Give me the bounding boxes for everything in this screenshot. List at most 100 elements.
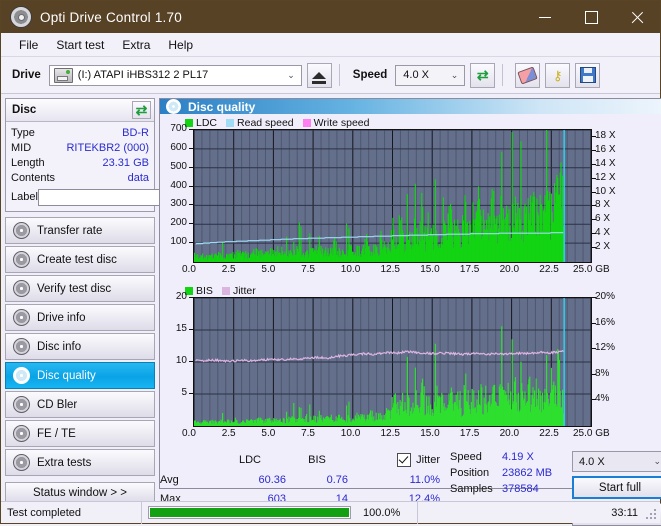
bis-chart-y2tick: 8%	[595, 367, 610, 379]
save-button[interactable]	[575, 62, 601, 88]
bis-chart-xtick: 5.0	[261, 428, 276, 439]
tick-mark	[592, 247, 596, 249]
ldc-chart[interactable]: 100 200 300 400 500 600 700 2 X 4 X 6 X 8 X 10 X 12 …	[161, 123, 661, 281]
status-bar: Test completed 100.0% 33:11	[1, 501, 660, 524]
resize-grip[interactable]	[646, 509, 658, 521]
bis-chart-xtick: 12.5	[380, 428, 400, 439]
disc-icon	[13, 367, 30, 384]
disc-row-type: Type BD-R	[11, 125, 149, 140]
disc-icon	[10, 6, 32, 28]
tick-mark	[592, 191, 596, 193]
keys-icon: ⚷	[553, 67, 563, 83]
keys-button[interactable]: ⚷	[545, 62, 571, 88]
test-speed-select[interactable]: 4.0 X ⌄	[572, 451, 661, 472]
menu-extra[interactable]: Extra	[113, 36, 159, 54]
jitter-checkbox-row[interactable]: Jitter	[378, 453, 440, 468]
app-window: Opti Drive Control 1.70 File Start test …	[0, 0, 661, 526]
charts-area: LDC Read speed Write speed 100 200 300 400 5…	[160, 114, 661, 445]
disc-row-contents: Contents data	[11, 170, 149, 185]
bis-chart-y2tick: 16%	[595, 316, 616, 328]
legend-label-jitter: Jitter	[232, 284, 256, 297]
sidebar-item-verify-test-disc[interactable]: Verify test disc	[5, 275, 155, 302]
title-bar: Opti Drive Control 1.70	[1, 1, 660, 33]
tick-mark	[592, 219, 596, 221]
disc-icon	[166, 99, 181, 114]
disc-panel-header: Disc ⇄	[6, 99, 154, 122]
disc-icon	[13, 338, 30, 355]
ldc-chart-ytick: 700	[170, 123, 187, 134]
sidebar-item-label: Extra tests	[37, 456, 92, 469]
tick-mark	[189, 297, 193, 298]
sidebar-item-fe-te[interactable]: FE / TE	[5, 420, 155, 447]
legend-label-ldc: LDC	[196, 116, 218, 129]
maximize-button[interactable]	[568, 1, 614, 33]
legend-label-write-speed: Write speed	[313, 116, 370, 129]
content-area: Disc ⇄ Type BD-R MID RITEKBR2 (000) Leng…	[1, 94, 661, 526]
speed-select-value: 4.0 X	[403, 69, 429, 81]
menu-start-test[interactable]: Start test	[47, 36, 113, 54]
ldc-chart-ytick: 100	[170, 236, 187, 248]
stats-header-bis: BIS	[308, 454, 326, 467]
minimize-button[interactable]	[522, 1, 568, 33]
jitter-checkbox[interactable]	[397, 453, 412, 468]
drive-label: Drive	[12, 69, 41, 81]
eraser-icon	[517, 65, 539, 85]
disc-icon	[13, 454, 30, 471]
tick-mark	[189, 147, 193, 149]
menu-bar: File Start test Extra Help	[1, 33, 660, 57]
close-button[interactable]	[614, 1, 660, 33]
sidebar-item-drive-info[interactable]: Drive info	[5, 304, 155, 331]
disc-rows: Type BD-R MID RITEKBR2 (000) Length 23.3…	[6, 122, 211, 211]
bis-chart-plot-area	[193, 297, 592, 427]
position-stat-label: Position	[450, 467, 490, 479]
bis-chart-xtick: 7.5	[301, 428, 315, 439]
ldc-chart-y2tick: 16 X	[595, 143, 616, 155]
sidebar-item-cd-bler[interactable]: CD Bler	[5, 391, 155, 418]
stats-avg-bis: 0.76	[326, 474, 348, 487]
sidebar-item-extra-tests[interactable]: Extra tests	[5, 449, 155, 476]
sidebar-item-disc-info[interactable]: Disc info	[5, 333, 155, 360]
ldc-chart-xtick: 12.5	[380, 264, 400, 275]
ldc-chart-y2tick: 14 X	[595, 157, 616, 169]
toolbar-divider-2	[502, 64, 504, 86]
ldc-chart-ytick: 500	[170, 160, 187, 172]
menu-file[interactable]: File	[10, 36, 47, 54]
refresh-icon: ⇄	[476, 67, 489, 83]
ldc-chart-plot-area	[193, 129, 592, 263]
legend-label-bis: BIS	[196, 284, 213, 297]
tick-mark	[592, 177, 596, 179]
chevron-down-icon: ⌄	[450, 69, 459, 80]
legend-item-bis: BIS	[185, 285, 213, 297]
sidebar-item-disc-quality[interactable]: Disc quality	[5, 362, 155, 389]
refresh-button[interactable]: ⇄	[470, 62, 496, 88]
tick-mark	[592, 348, 596, 350]
stats-row-avg-label: Avg	[160, 474, 179, 487]
sidebar-item-create-test-disc[interactable]: Create test disc	[5, 246, 155, 273]
drive-select[interactable]: (I:) ATAPI iHBS312 2 PL17 ⌄	[48, 64, 302, 86]
tick-mark	[592, 163, 596, 165]
ldc-chart-xtick: 20.0	[499, 264, 520, 275]
erase-button[interactable]	[515, 62, 541, 88]
test-speed-value: 4.0 X	[579, 455, 605, 468]
disc-row-mid: MID RITEKBR2 (000)	[11, 140, 149, 155]
panel-title: Disc quality	[188, 99, 256, 114]
bis-chart-xtick: 20.0	[499, 428, 520, 439]
speed-select[interactable]: 4.0 X ⌄	[395, 64, 466, 86]
tick-mark	[592, 297, 596, 298]
bis-chart-y2tick: 4%	[595, 393, 610, 405]
menu-help[interactable]: Help	[159, 36, 202, 54]
start-full-button[interactable]: Start full	[572, 476, 661, 499]
bis-chart[interactable]: 5 10 15 20 4% 8% 12% 16% 20% 0.0 2.5 5.0 7.5 10.0 12.5…	[161, 291, 661, 445]
disc-refresh-button[interactable]: ⇄	[132, 101, 151, 119]
maximize-icon	[584, 10, 598, 24]
tick-mark	[189, 129, 193, 130]
ldc-chart-y2tick: 8 X	[595, 199, 611, 211]
eject-button[interactable]	[306, 62, 332, 88]
refresh-icon: ⇄	[135, 102, 148, 118]
sidebar-item-transfer-rate[interactable]: Transfer rate	[5, 217, 155, 244]
ldc-chart-xtick: 0.0	[182, 264, 196, 275]
progress-bar	[148, 506, 351, 519]
drive-select-value: (I:) ATAPI iHBS312 2 PL17	[77, 69, 209, 81]
progress-bar-cell	[142, 502, 357, 524]
status-message: Test completed	[7, 506, 81, 519]
